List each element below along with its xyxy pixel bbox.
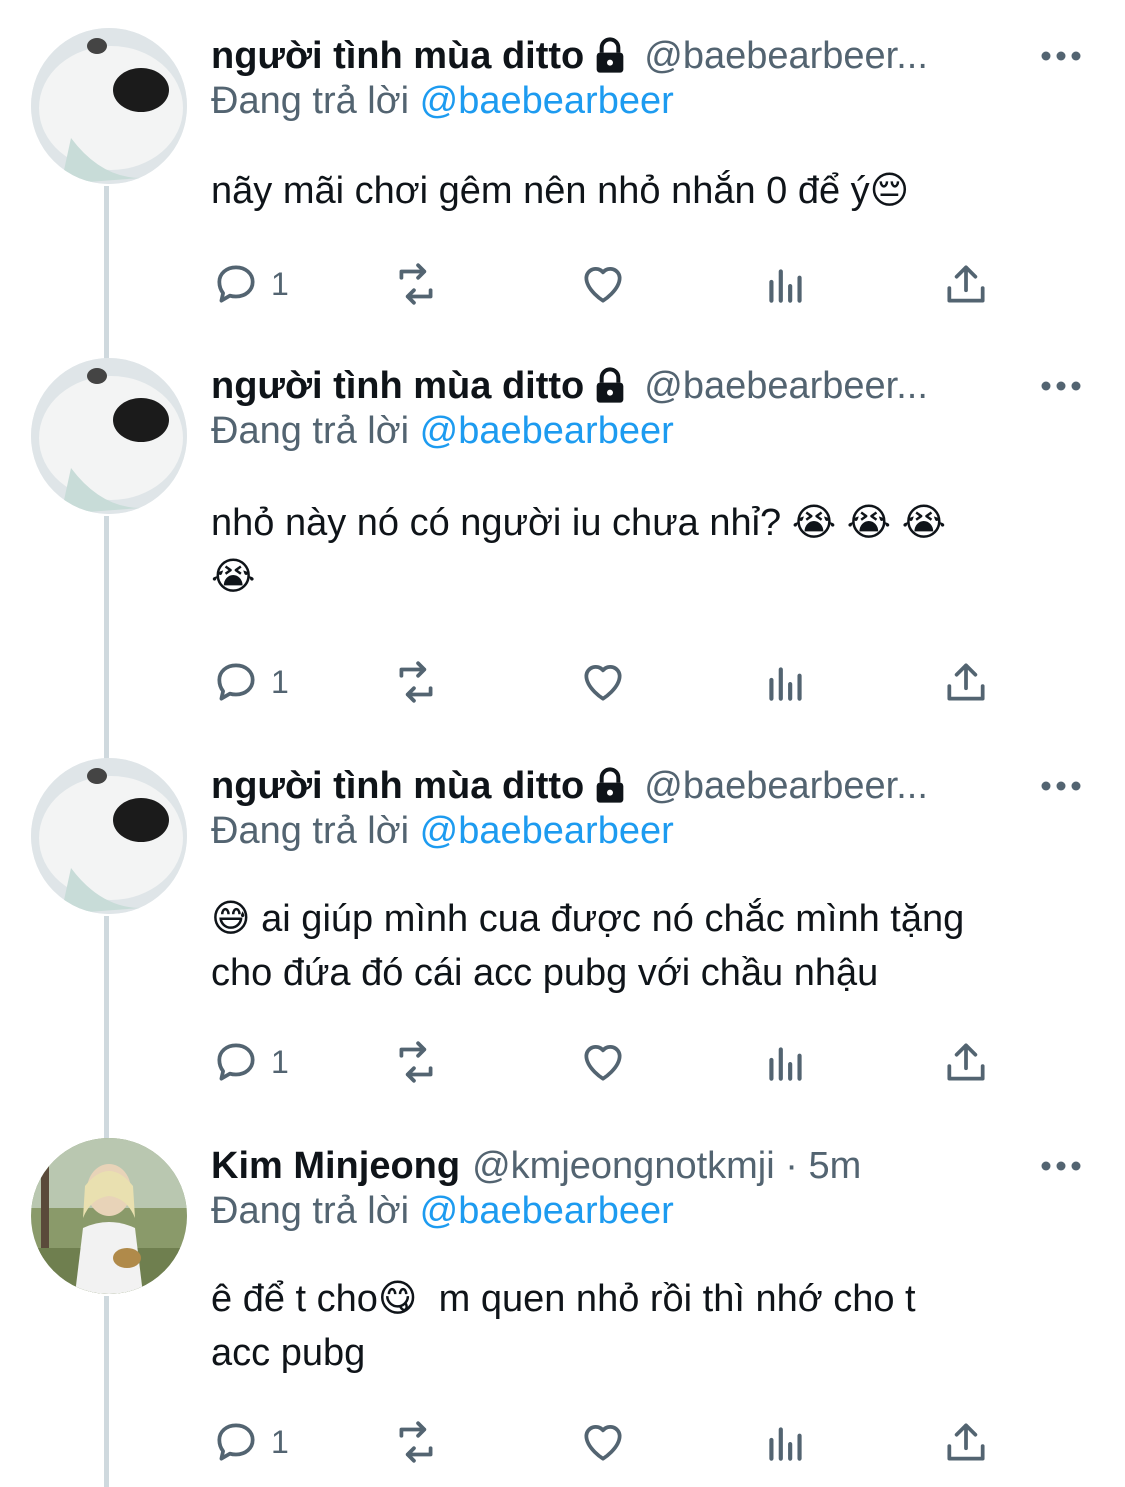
reply-mention[interactable]: @baebearbeer bbox=[420, 80, 674, 122]
avatar[interactable] bbox=[31, 758, 187, 914]
reply-icon bbox=[217, 1043, 255, 1081]
retweet-button[interactable] bbox=[391, 1412, 441, 1472]
heart-icon bbox=[584, 1045, 622, 1081]
tweet-header: Kim Minjeong @kmjeongnotkmji · 5m bbox=[211, 1138, 1085, 1194]
like-button[interactable] bbox=[578, 254, 628, 314]
share-icon bbox=[947, 1043, 985, 1081]
lock-icon bbox=[596, 767, 624, 803]
share-button[interactable] bbox=[941, 254, 991, 314]
reply-count: 1 bbox=[271, 265, 289, 302]
user-handle[interactable]: @baebearbeer... bbox=[644, 365, 928, 408]
avatar-image bbox=[31, 758, 187, 914]
lock-icon bbox=[596, 367, 624, 403]
retweet-button[interactable] bbox=[391, 254, 441, 314]
heart-icon bbox=[584, 1425, 622, 1461]
tweet-text: 😅 ai giúp mình cua được nó chắc mình tặn… bbox=[211, 898, 965, 994]
heart-icon bbox=[584, 665, 622, 701]
replying-to: Đang trả lời @baebearbeer bbox=[211, 1190, 674, 1233]
retweet-icon bbox=[399, 661, 433, 703]
retweet-icon bbox=[399, 1421, 433, 1463]
tweet-header: người tình mùa ditto @baebearbeer... bbox=[211, 758, 1085, 814]
reply-button[interactable]: 1 bbox=[211, 254, 289, 314]
tweet[interactable]: người tình mùa ditto @baebearbeer... Đan… bbox=[0, 358, 1125, 738]
avatar-image bbox=[31, 1138, 187, 1294]
analytics-icon bbox=[769, 1047, 802, 1081]
share-icon bbox=[947, 1423, 985, 1461]
reply-prefix: Đang trả lời bbox=[211, 410, 420, 452]
reply-count: 1 bbox=[271, 1043, 289, 1080]
reply-button[interactable]: 1 bbox=[211, 1032, 289, 1092]
reply-mention[interactable]: @baebearbeer bbox=[420, 410, 674, 452]
reply-icon bbox=[217, 1423, 255, 1461]
like-button[interactable] bbox=[578, 1412, 628, 1472]
display-name[interactable]: người tình mùa ditto bbox=[211, 765, 584, 808]
analytics-button[interactable] bbox=[761, 254, 811, 314]
retweet-icon bbox=[399, 1041, 433, 1083]
analytics-button[interactable] bbox=[761, 1412, 811, 1472]
share-icon bbox=[947, 265, 985, 303]
reply-button[interactable]: 1 bbox=[211, 1412, 289, 1472]
user-handle[interactable]: @baebearbeer... bbox=[644, 35, 928, 78]
tweet[interactable]: người tình mùa ditto @baebearbeer... Đan… bbox=[0, 758, 1125, 1118]
like-button[interactable] bbox=[578, 652, 628, 712]
tweet-header: người tình mùa ditto @baebearbeer... bbox=[211, 358, 1085, 414]
reply-prefix: Đang trả lời bbox=[211, 810, 420, 852]
like-button[interactable] bbox=[578, 1032, 628, 1092]
tweet-text: nãy mãi chơi gêm nên nhỏ nhắn 0 để ý😔 bbox=[211, 170, 910, 212]
avatar-image bbox=[31, 358, 187, 514]
reply-count: 1 bbox=[271, 1423, 289, 1460]
analytics-icon bbox=[769, 1427, 802, 1461]
avatar[interactable] bbox=[31, 358, 187, 514]
replying-to: Đang trả lời @baebearbeer bbox=[211, 410, 674, 453]
share-button[interactable] bbox=[941, 1032, 991, 1092]
share-icon bbox=[947, 663, 985, 701]
tweet-header: người tình mùa ditto @baebearbeer... bbox=[211, 28, 1085, 84]
replying-to: Đang trả lời @baebearbeer bbox=[211, 810, 674, 853]
analytics-button[interactable] bbox=[761, 652, 811, 712]
heart-icon bbox=[584, 267, 622, 303]
display-name[interactable]: người tình mùa ditto bbox=[211, 35, 584, 78]
share-button[interactable] bbox=[941, 1412, 991, 1472]
reply-icon bbox=[217, 663, 255, 701]
analytics-icon bbox=[769, 269, 802, 303]
avatar[interactable] bbox=[31, 1138, 187, 1294]
more-icon[interactable] bbox=[1037, 28, 1085, 84]
tweet-actions: 1 bbox=[211, 1032, 995, 1092]
analytics-button[interactable] bbox=[761, 1032, 811, 1092]
avatar[interactable] bbox=[31, 28, 187, 184]
more-icon[interactable] bbox=[1037, 358, 1085, 414]
more-icon[interactable] bbox=[1037, 1138, 1085, 1194]
retweet-icon bbox=[399, 263, 433, 305]
replying-to: Đang trả lời @baebearbeer bbox=[211, 80, 674, 123]
reply-icon bbox=[217, 265, 255, 303]
retweet-button[interactable] bbox=[391, 1032, 441, 1092]
more-icon[interactable] bbox=[1037, 758, 1085, 814]
tweet[interactable]: Kim Minjeong @kmjeongnotkmji · 5m Đang t… bbox=[0, 1138, 1125, 1487]
reply-prefix: Đang trả lời bbox=[211, 1190, 420, 1232]
reply-button[interactable]: 1 bbox=[211, 652, 289, 712]
reply-count: 1 bbox=[271, 663, 289, 700]
tweet-actions: 1 bbox=[211, 1412, 995, 1472]
tweet-text: ê để t cho😋 m quen nhỏ rồi thì nhớ cho t… bbox=[211, 1278, 916, 1374]
user-handle[interactable]: @baebearbeer... bbox=[644, 765, 928, 808]
tweet[interactable]: người tình mùa ditto @baebearbeer... Đan… bbox=[0, 28, 1125, 328]
avatar-image bbox=[31, 28, 187, 184]
reply-prefix: Đang trả lời bbox=[211, 80, 420, 122]
display-name[interactable]: Kim Minjeong bbox=[211, 1145, 460, 1188]
reply-mention[interactable]: @baebearbeer bbox=[420, 810, 674, 852]
retweet-button[interactable] bbox=[391, 652, 441, 712]
analytics-icon bbox=[769, 667, 802, 701]
share-button[interactable] bbox=[941, 652, 991, 712]
tweet-actions: 1 bbox=[211, 652, 995, 712]
display-name[interactable]: người tình mùa ditto bbox=[211, 365, 584, 408]
reply-mention[interactable]: @baebearbeer bbox=[420, 1190, 674, 1232]
tweet-actions: 1 bbox=[211, 254, 995, 314]
lock-icon bbox=[596, 37, 624, 73]
tweet-text: nhỏ này nó có người iu chưa nhỉ? 😭 😭 😭 😭 bbox=[211, 502, 947, 598]
user-handle[interactable]: @kmjeongnotkmji · 5m bbox=[472, 1145, 861, 1188]
